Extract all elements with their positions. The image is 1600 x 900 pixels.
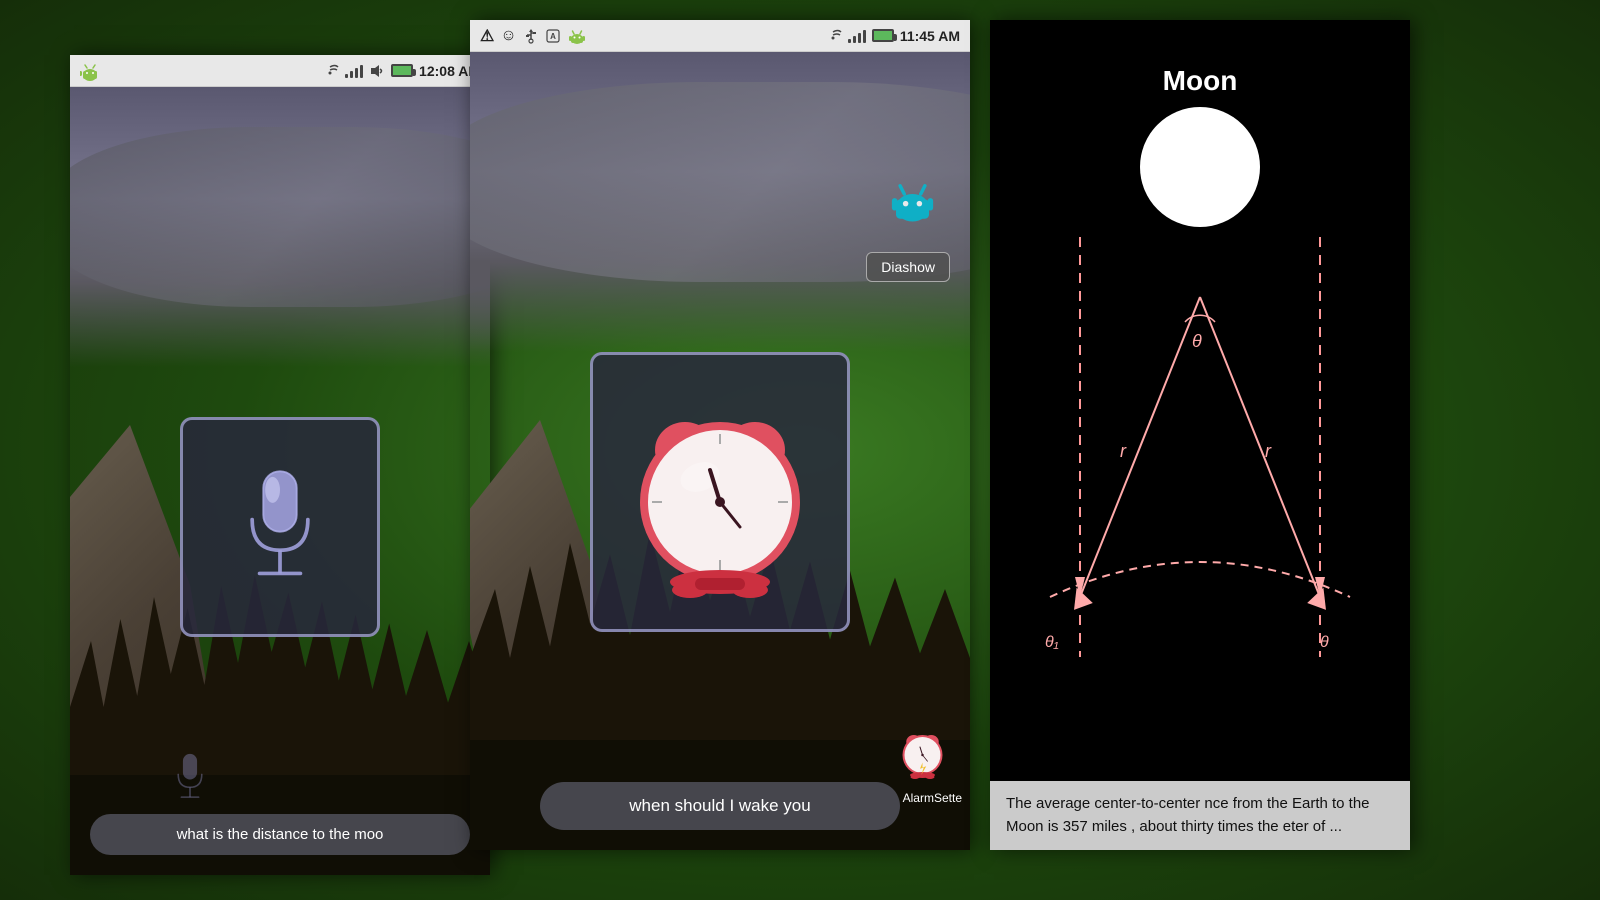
svg-text:θ₁: θ₁ (1045, 634, 1059, 651)
alarm-small-icon (895, 725, 955, 785)
android-box-icon: A (545, 28, 561, 44)
bottom-text-left: what is the distance to the moo (90, 814, 470, 855)
alarm-clock-icon (610, 382, 830, 602)
phone-bg-middle: Diashow (470, 52, 970, 850)
status-bar-left: 12:08 AM (70, 55, 490, 87)
clouds-left (70, 127, 490, 307)
mic-box (180, 417, 380, 637)
moon-title: Moon (990, 40, 1410, 97)
volume-icon (369, 64, 385, 78)
usb-icon (523, 28, 539, 44)
mic-icon (230, 462, 330, 592)
phone-bg-left: what is the distance to the moo (70, 87, 490, 875)
phone-panel-left: 12:08 AM (70, 55, 490, 875)
svg-text:θ: θ (1192, 331, 1202, 351)
phone-bg-right: Moon θ r r (990, 20, 1410, 850)
alarm-sett-label: AlarmSette (903, 791, 962, 805)
android-icon-middle (567, 26, 587, 46)
warning-icon: ⚠ (480, 26, 494, 46)
phone-panel-middle: ⚠ ☺ A (470, 20, 970, 850)
time-middle: 11:45 AM (900, 28, 960, 44)
signal-bars-middle (848, 29, 866, 43)
phone-panel-right: 12:08 AM Moon θ r r (990, 20, 1410, 850)
wifi-icon-middle (824, 29, 842, 43)
moon-diagram-svg: θ r r θ₁ θ (1020, 237, 1380, 657)
moon-circle (1140, 107, 1260, 227)
smiley-icon: ☺ (500, 27, 516, 45)
teal-android-icon (885, 172, 940, 239)
bottom-text-right: The average center-to-center nce from th… (990, 781, 1410, 850)
bottom-text-middle: when should I wake you (540, 782, 900, 830)
battery-icon-left (391, 64, 413, 77)
alarm-box (590, 352, 850, 632)
mic-small-icon (170, 750, 210, 810)
signal-bars-left (345, 64, 363, 78)
android-icon-left (80, 61, 100, 81)
svg-text:A: A (550, 32, 556, 41)
svg-text:r: r (1120, 441, 1127, 461)
status-bar-middle: ⚠ ☺ A (470, 20, 970, 52)
battery-icon-middle (872, 29, 894, 42)
signal-icon-left (321, 64, 339, 78)
svg-text:θ: θ (1320, 634, 1329, 651)
diashow-button[interactable]: Diashow (866, 252, 950, 282)
svg-text:r: r (1265, 441, 1272, 461)
